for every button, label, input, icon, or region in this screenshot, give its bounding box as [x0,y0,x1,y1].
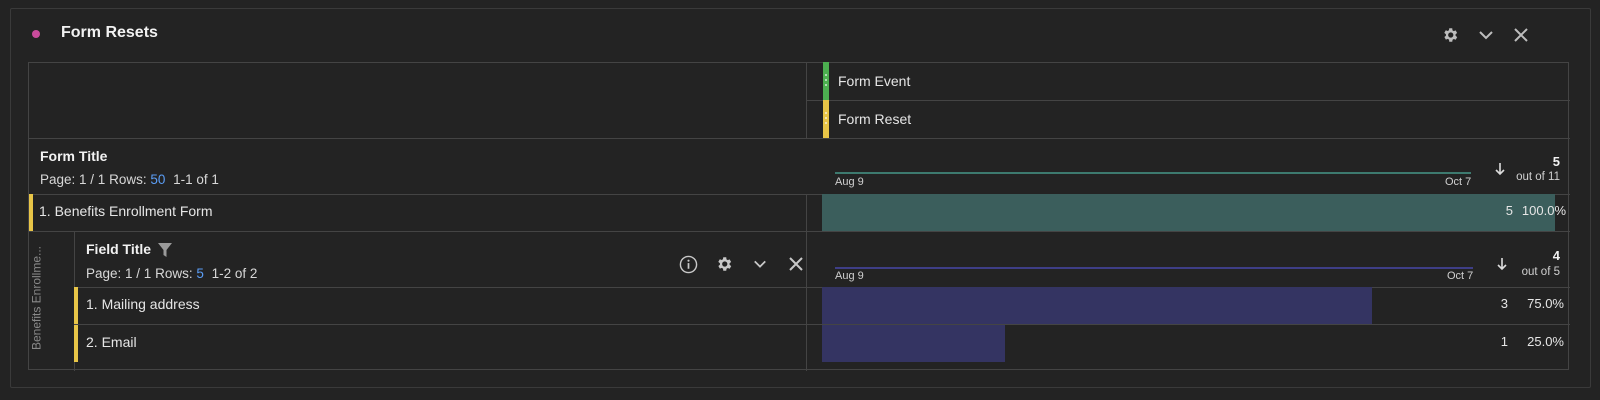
row-count: 3 [1500,296,1508,311]
row-value-bar [822,194,1555,231]
column-total-out-of: out of 11 [1516,171,1560,183]
info-icon[interactable] [678,254,698,274]
metric-drag-handle[interactable] [823,100,829,138]
dimension-title-field-title[interactable]: Field Title [86,241,151,257]
metric-drag-handle[interactable] [823,62,829,100]
metric-label: Form Event [838,73,911,89]
column-total: 5 [1552,154,1560,169]
rows-label: Rows: [109,172,147,187]
close-icon[interactable] [786,254,806,274]
close-icon[interactable] [1511,25,1531,45]
rows-label: Rows: [155,266,193,281]
sparkline [835,267,1473,269]
row-percent: 75.0% [1527,296,1564,311]
spark-start-date: Aug 9 [835,176,864,188]
column-total: 4 [1552,248,1560,263]
metric-label: Form Reset [838,111,912,127]
breakdown-item-label[interactable]: Benefits Enrollme... [30,236,44,361]
dimension-title-form-title[interactable]: Form Title [40,148,107,164]
row-count: 5 [1505,203,1513,218]
row-percent: 100.0% [1521,203,1566,218]
row-accent [74,287,78,324]
chevron-down-icon[interactable] [1476,25,1496,45]
page-label: Page: 1 / 1 [86,266,152,281]
panel-status-dot [32,30,40,38]
gear-icon[interactable] [1440,25,1460,45]
panel-title: Form Resets [61,24,158,41]
table-row[interactable]: 1. Mailing address 3 75.0% [74,287,1569,324]
metric-header-form-event[interactable]: Form Event [823,62,1568,100]
spark-end-date: Oct 7 [1447,270,1474,282]
column-total-out-of: out of 5 [1521,266,1560,278]
chevron-down-icon[interactable] [750,254,770,274]
spark-start-date: Aug 9 [835,270,864,282]
row-accent [29,194,33,231]
table-row[interactable]: 2. Email 1 25.0% [74,325,1569,362]
range-label: 1-2 of 2 [211,266,258,281]
rows-per-page-link[interactable]: 5 [196,266,204,281]
table-row[interactable]: 1. Benefits Enrollment Form 5 100.0% [29,194,1569,231]
breakdown-pager: Page: 1 / 1 Rows: 5 1-2 of 2 [86,266,257,281]
metric-header-form-reset[interactable]: Form Reset [823,100,1568,138]
row-accent [74,325,78,362]
row-label: 1. Mailing address [86,296,200,312]
row-label: 2. Email [86,334,137,350]
filter-icon[interactable] [157,242,173,263]
gear-icon[interactable] [714,254,734,274]
page-label: Page: 1 / 1 [40,172,106,187]
sparkline [835,172,1471,174]
row-count: 1 [1500,334,1508,349]
table-pager: Page: 1 / 1 Rows: 50 1-1 of 1 [40,172,219,187]
row-value-bar [822,325,1006,362]
rows-per-page-link[interactable]: 50 [150,172,165,187]
row-value-bar [822,287,1372,324]
range-label: 1-1 of 1 [173,172,219,187]
spark-end-date: Oct 7 [1445,176,1472,188]
row-label: 1. Benefits Enrollment Form [39,203,213,219]
row-percent: 25.0% [1527,334,1564,349]
